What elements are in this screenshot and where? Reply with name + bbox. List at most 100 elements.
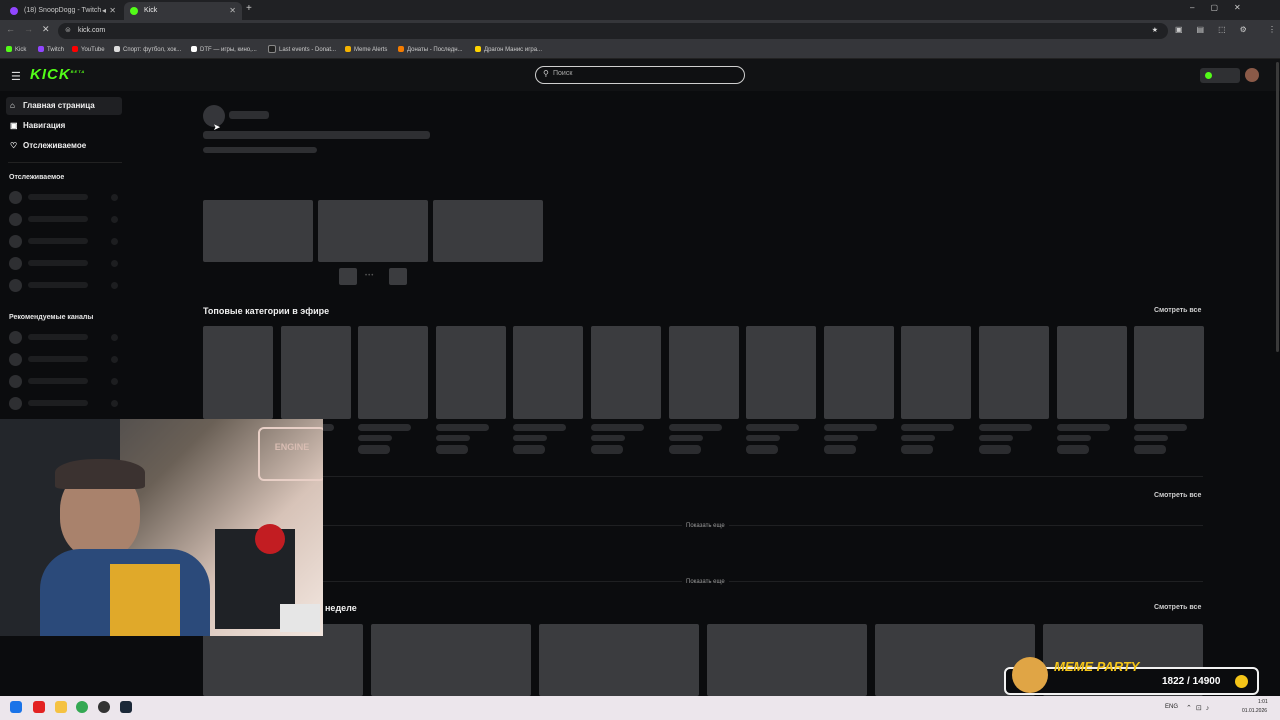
kick-logo[interactable]: KICKBETA [30,66,85,83]
language-indicator[interactable]: ENG [1165,704,1178,710]
category-card[interactable] [1134,326,1205,419]
viewer-count-skeleton [111,282,118,289]
text-skeleton [1056,445,1089,454]
star-icon[interactable]: ★ [1152,23,1158,39]
category-card[interactable] [435,326,506,419]
kick-icon [6,46,12,53]
text-skeleton [435,435,470,441]
kick-icon [130,7,138,15]
tab-kick[interactable]: Kick ✕ [124,2,242,20]
video-card[interactable] [371,624,531,696]
url-text: kick.com [78,27,106,34]
category-card[interactable] [823,326,894,419]
bookmark-twitch[interactable]: Twitch [38,44,64,56]
sidebar-item-following[interactable]: ♡ Отслеживаемое [6,137,122,155]
menu-icon[interactable]: ⋮ [1268,25,1276,34]
address-bar[interactable]: ⊜ kick.com ★ [58,23,1168,39]
bookmark-youtube[interactable]: YouTube [72,44,105,56]
close-icon[interactable]: ✕ [229,2,236,20]
start-icon[interactable] [10,701,22,713]
stop-button[interactable]: ✕ [42,24,50,35]
extension-icons[interactable]: ▣▤⬚⚙ [1175,25,1265,37]
bookmark-meme-alerts[interactable]: Meme Alerts [345,44,387,56]
carousel-card[interactable] [318,200,428,262]
show-more-button[interactable]: Показать еще [682,523,729,529]
chrome-icon[interactable] [76,701,88,713]
obs-icon[interactable] [98,701,110,713]
speaker-icon[interactable]: ◂ [102,2,106,20]
twitch-icon [38,46,44,53]
text-skeleton [591,445,623,454]
tab-title: Kick [144,7,158,14]
search-placeholder: Поиск [553,70,573,77]
close-icon[interactable]: ✕ [109,2,116,20]
category-card[interactable] [979,326,1049,419]
clock-time[interactable]: 1:01 [1258,699,1268,705]
text-skeleton [668,435,703,441]
view-all-link[interactable]: Смотреть все [1154,307,1201,314]
category-card[interactable] [901,326,972,419]
carousel-dots[interactable]: ••• [365,273,374,279]
view-all-link[interactable]: Смотреть все [1154,492,1201,499]
text-skeleton [979,445,1011,454]
carousel-prev-button[interactable] [339,268,357,285]
category-card[interactable] [358,326,429,419]
video-card[interactable] [539,624,699,696]
carousel-next-button[interactable] [389,268,407,285]
bookmark-kick[interactable]: Kick [6,44,26,56]
category-card[interactable] [591,326,661,419]
search-input[interactable]: ⚲ Поиск [535,66,745,84]
text-skeleton [28,334,88,340]
text-skeleton [358,435,393,441]
category-card[interactable] [1056,326,1127,419]
clock-date[interactable]: 01.01.2026 [1242,708,1267,714]
tray-icons[interactable]: ⌃⊡♪ [1186,704,1213,712]
site-info-icon[interactable]: ⊜ [65,23,71,39]
new-tab-button[interactable]: + [246,3,252,14]
view-all-link[interactable]: Смотреть все [1154,604,1201,611]
tab-twitch[interactable]: (18) SnoopDogg - Twitch ◂ ✕ [4,2,122,20]
avatar-skeleton [9,213,22,226]
doge-icon [1012,657,1048,693]
bookmark-dragon[interactable]: Драгон Манис игра... [475,44,542,56]
category-card[interactable] [280,326,351,419]
webcam-overlay: ENGINE [0,419,323,636]
text-skeleton [746,435,781,441]
carousel-card[interactable] [433,200,543,262]
bookmark-donations[interactable]: Донаты - Последн... [398,44,463,56]
login-button[interactable] [1200,68,1240,83]
page-scrollbar[interactable] [1276,62,1279,352]
folder-icon[interactable] [55,701,67,713]
text-skeleton [979,424,1032,431]
category-card[interactable] [513,326,584,419]
category-card[interactable] [746,326,817,419]
show-more-button[interactable]: Показать еще [682,579,729,585]
carousel-card[interactable] [203,200,313,262]
category-card[interactable] [668,326,739,419]
video-card[interactable] [707,624,867,696]
window-controls[interactable]: –▢✕ [1190,3,1257,12]
steam-icon[interactable] [120,701,132,713]
sidebar-item-browse[interactable]: ▣ Навигация [6,117,122,135]
back-button[interactable]: ← [6,24,15,34]
youtube-icon [72,46,78,53]
forward-button[interactable]: → [24,24,33,34]
category-card[interactable] [203,326,273,419]
avatar-skeleton [9,257,22,270]
bookmark-last-events[interactable]: Last events - Donat... [268,44,336,56]
following-section-title: Отслеживаемое [9,174,65,181]
text-skeleton [823,435,858,441]
bookmark-sport[interactable]: Спорт: футбол, хок... [114,44,181,56]
bookmark-dtf[interactable]: DTF — игры, кино,... [191,44,257,56]
text-skeleton [28,216,88,222]
yandex-icon[interactable] [33,701,45,713]
hamburger-menu-icon[interactable]: ☰ [11,70,21,83]
site-icon [268,45,276,54]
text-skeleton [746,424,800,431]
person-tshirt [110,564,180,636]
donation-icon [398,46,404,53]
avatar[interactable] [1245,68,1259,82]
avatar-skeleton [9,375,22,388]
sidebar-item-home[interactable]: ⌂ Главная страница [6,97,122,115]
heart-icon: ♡ [10,141,18,150]
